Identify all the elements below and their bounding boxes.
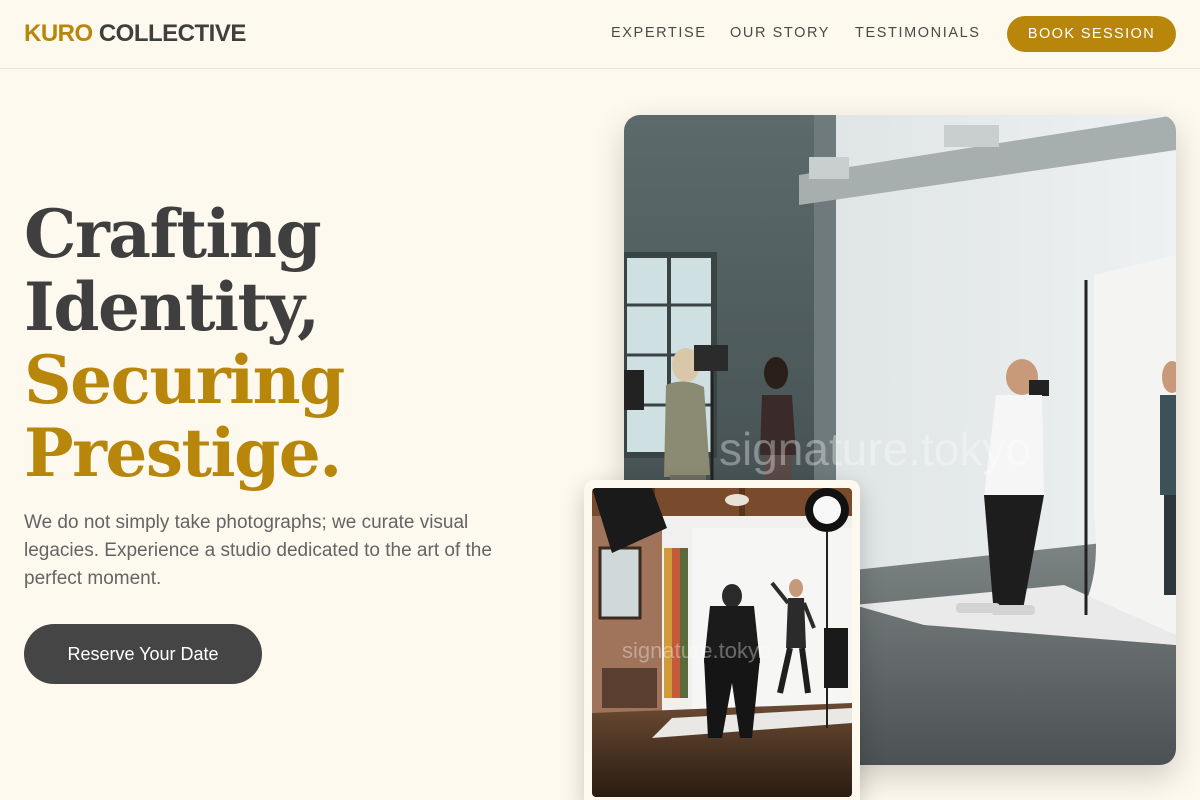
reserve-date-button[interactable]: Reserve Your Date bbox=[24, 624, 262, 684]
brand-logo[interactable]: KURO COLLECTIVE bbox=[24, 20, 246, 48]
brand-name-accent: KURO bbox=[24, 20, 93, 47]
site-header: KURO COLLECTIVE EXPERTISE OUR STORY TEST… bbox=[0, 0, 1200, 69]
hero-subtitle: We do not simply take photographs; we cu… bbox=[24, 512, 492, 589]
brand-name-main: COLLECTIVE bbox=[98, 20, 247, 47]
headline-line-3: Securing bbox=[24, 341, 345, 419]
book-session-button[interactable]: BOOK SESSION bbox=[1007, 16, 1176, 52]
headline-line-2: Identity, bbox=[24, 268, 320, 346]
studio-secondary-photo: signature.tokyo bbox=[592, 488, 852, 797]
secondary-photo-watermark: signature.tokyo bbox=[622, 638, 771, 663]
nav-link-our-story[interactable]: OUR STORY bbox=[730, 25, 830, 41]
headline-line-4: Prestige. bbox=[24, 414, 342, 492]
nav-link-testimonials[interactable]: TESTIMONIALS bbox=[855, 25, 981, 41]
main-photo-watermark: signature.tokyo bbox=[719, 423, 1031, 475]
headline-line-1: Crafting bbox=[24, 195, 322, 273]
nav-link-expertise[interactable]: EXPERTISE bbox=[611, 25, 707, 41]
hero-headline: Crafting Identity, Securing Prestige. bbox=[24, 195, 345, 492]
